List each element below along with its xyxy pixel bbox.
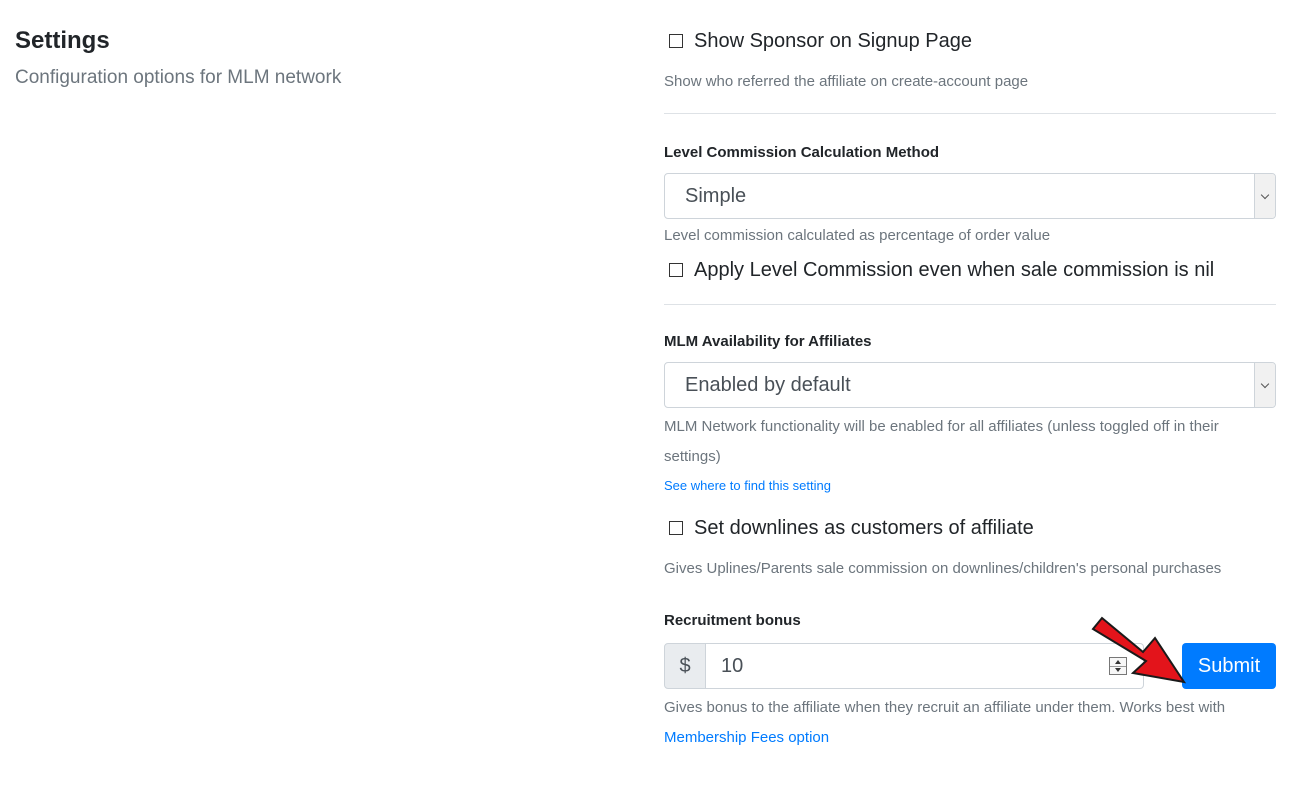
divider — [664, 304, 1276, 305]
mlm-availability-label: MLM Availability for Affiliates — [664, 333, 872, 350]
downlines-customers-row[interactable]: Set downlines as customers of affiliate — [664, 513, 1276, 543]
show-sponsor-row[interactable]: Show Sponsor on Signup Page — [664, 26, 1276, 56]
page-subtitle: Configuration options for MLM network — [15, 67, 342, 88]
downlines-customers-label[interactable]: Set downlines as customers of affiliate — [694, 517, 1034, 540]
show-sponsor-checkbox[interactable] — [669, 34, 683, 48]
show-sponsor-help: Show who referred the affiliate on creat… — [664, 73, 1029, 90]
recruitment-bonus-help: Gives bonus to the affiliate when they r… — [664, 699, 1226, 716]
select-dropdown-button[interactable] — [1254, 363, 1275, 407]
settings-header: Settings Configuration options for MLM n… — [15, 26, 341, 90]
mlm-availability-value: Enabled by default — [685, 373, 851, 396]
chevron-down-icon — [1260, 379, 1270, 388]
recruitment-bonus-input[interactable]: 10 — [706, 643, 1144, 689]
mlm-availability-help-line2: settings) — [664, 448, 721, 465]
level-commission-method-select[interactable]: Simple — [664, 173, 1276, 219]
select-dropdown-button[interactable] — [1254, 174, 1275, 218]
level-commission-method-help: Level commission calculated as percentag… — [664, 227, 1051, 244]
apply-level-commission-row[interactable]: Apply Level Commission even when sale co… — [664, 255, 1276, 285]
divider — [664, 113, 1276, 114]
page-title: Settings — [15, 27, 110, 54]
recruitment-bonus-value[interactable]: 10 — [706, 655, 743, 678]
red-arrow-icon — [1091, 616, 1187, 684]
show-sponsor-label[interactable]: Show Sponsor on Signup Page — [694, 30, 972, 53]
chevron-down-icon — [1260, 190, 1270, 199]
membership-fees-link[interactable]: Membership Fees option — [664, 723, 1276, 753]
recruitment-bonus-input-group: $ 10 — [664, 643, 1144, 689]
apply-level-commission-label[interactable]: Apply Level Commission even when sale co… — [694, 259, 1214, 282]
currency-prefix: $ — [664, 643, 706, 689]
submit-button[interactable]: Submit — [1182, 643, 1276, 689]
mlm-availability-help-line1: MLM Network functionality will be enable… — [664, 418, 1219, 435]
apply-level-commission-checkbox[interactable] — [669, 263, 683, 277]
mlm-availability-select[interactable]: Enabled by default — [664, 362, 1276, 408]
find-setting-link[interactable]: See where to find this setting — [664, 478, 1276, 493]
level-commission-method-value: Simple — [685, 184, 747, 207]
downlines-customers-help: Gives Uplines/Parents sale commission on… — [664, 560, 1222, 577]
downlines-customers-checkbox[interactable] — [669, 521, 683, 535]
level-commission-method-label: Level Commission Calculation Method — [664, 144, 940, 161]
